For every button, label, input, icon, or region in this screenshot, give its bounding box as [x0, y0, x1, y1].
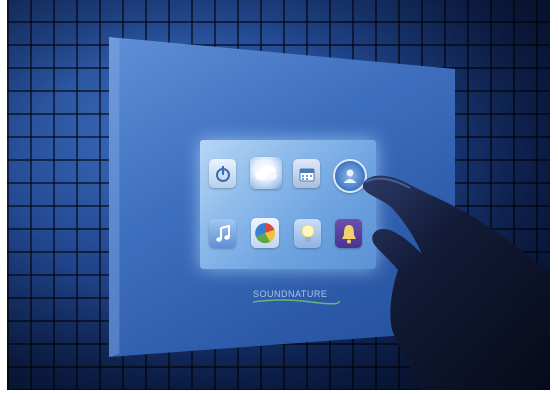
pie-glyph: [255, 223, 276, 244]
music-note-icon[interactable]: [209, 219, 236, 248]
pie-chart-icon[interactable]: [251, 218, 279, 248]
touch-screen: [200, 140, 376, 269]
bulb-glyph: [301, 224, 314, 242]
cloud-icon[interactable]: [250, 157, 282, 189]
brand-logo: SOUNDNATURE: [251, 287, 341, 309]
calendar-icon[interactable]: [293, 159, 320, 188]
power-icon[interactable]: [209, 159, 236, 188]
svg-text:SOUNDNATURE: SOUNDNATURE: [253, 289, 327, 299]
pointing-hand: [362, 175, 550, 390]
cloud-glyph: [255, 165, 277, 180]
calendar-glyph: [299, 168, 314, 181]
photo: SOUNDNATURE: [7, 0, 550, 390]
light-bulb-icon[interactable]: [294, 219, 321, 248]
brand-logo-graphic: SOUNDNATURE: [252, 289, 340, 305]
music-glyph: [215, 224, 230, 242]
power-glyph: [215, 165, 230, 182]
